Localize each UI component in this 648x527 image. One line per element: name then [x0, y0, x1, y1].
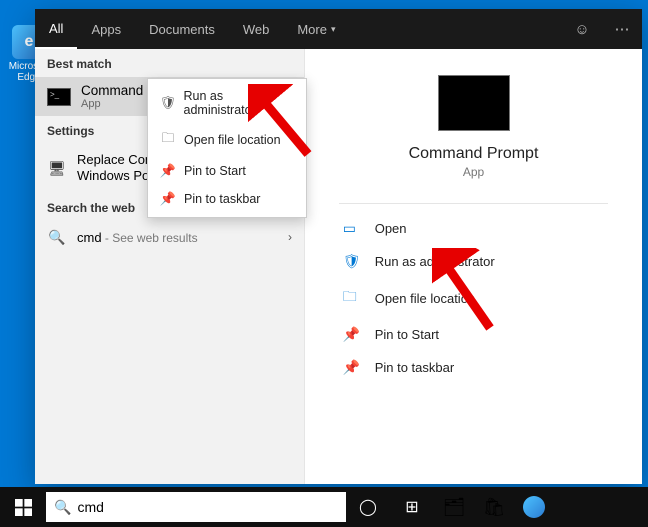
options-icon[interactable]: ⋯: [602, 9, 642, 49]
search-tabbar: All Apps Documents Web More▾ ☺ ⋯: [35, 9, 642, 49]
taskbar-search[interactable]: 🔍: [46, 492, 346, 522]
detail-subtitle: App: [463, 165, 484, 179]
taskbar: 🔍 ◯ ⊞ 🗂 🛍: [0, 487, 648, 527]
taskbar-app-edge[interactable]: [514, 487, 554, 527]
pin-icon: 📌: [343, 326, 365, 343]
taskbar-app-store[interactable]: 🛍: [474, 487, 514, 527]
search-icon: 🔍: [54, 499, 71, 516]
search-icon: 🔍: [47, 229, 67, 246]
start-button[interactable]: [0, 487, 46, 527]
web-result-label: cmd - See web results: [77, 230, 288, 245]
action-open[interactable]: ▭ Open: [339, 212, 609, 245]
feedback-icon[interactable]: ☺: [562, 9, 602, 49]
folder-icon: 🗀: [158, 129, 178, 151]
divider: [339, 203, 609, 204]
windows-icon: [15, 499, 32, 516]
cortana-button[interactable]: ◯: [346, 487, 390, 527]
tab-apps[interactable]: Apps: [77, 9, 135, 49]
open-icon: ▭: [343, 220, 365, 237]
cmd-icon: [47, 88, 71, 106]
search-flyout: All Apps Documents Web More▾ ☺ ⋯ Best ma…: [35, 9, 642, 484]
tab-documents[interactable]: Documents: [135, 9, 229, 49]
chevron-right-icon: ›: [288, 230, 292, 244]
shield-icon: 🛡: [343, 253, 365, 270]
monitor-icon: 🖥: [47, 160, 67, 177]
ctx-pin-taskbar[interactable]: 📌 Pin to taskbar: [148, 185, 306, 213]
tab-web[interactable]: Web: [229, 9, 284, 49]
tab-more[interactable]: More▾: [283, 9, 349, 49]
tab-all[interactable]: All: [35, 9, 77, 49]
search-input[interactable]: [77, 499, 338, 515]
folder-icon: 🗀: [343, 286, 365, 310]
detail-title: Command Prompt: [409, 145, 539, 163]
pin-icon: 📌: [158, 163, 178, 179]
action-pin-taskbar[interactable]: 📌 Pin to taskbar: [339, 351, 609, 384]
taskbar-pin-icon: 📌: [343, 359, 365, 376]
annotation-arrow-1: [248, 84, 318, 164]
section-best-match: Best match: [35, 49, 304, 77]
app-thumbnail: [438, 75, 510, 131]
chevron-down-icon: ▾: [331, 24, 336, 35]
task-view-button[interactable]: ⊞: [390, 487, 434, 527]
annotation-arrow-2: [432, 248, 502, 338]
taskbar-pin-icon: 📌: [158, 191, 178, 207]
shield-icon: 🛡: [158, 95, 178, 111]
taskbar-app-explorer[interactable]: 🗂: [434, 487, 474, 527]
web-result-cmd[interactable]: 🔍 cmd - See web results ›: [35, 221, 304, 254]
